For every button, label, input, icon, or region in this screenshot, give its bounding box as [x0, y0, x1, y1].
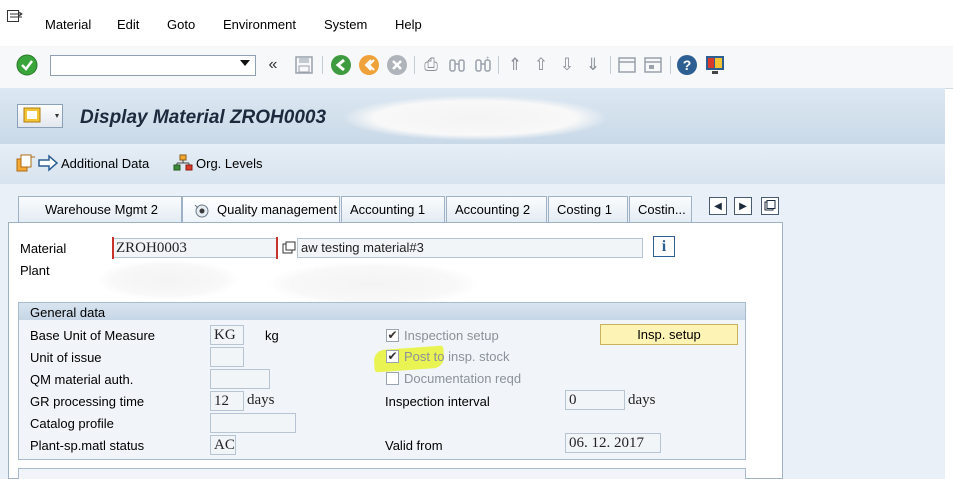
toolbar-separator: [322, 56, 323, 74]
transaction-icon[interactable]: [17, 104, 63, 128]
documentation-reqd-checkbox[interactable]: [386, 372, 399, 385]
valid-from-field[interactable]: 06. 12. 2017: [565, 433, 661, 453]
gr-time-field[interactable]: 12: [210, 391, 244, 411]
unit-of-issue-field[interactable]: [210, 347, 244, 367]
menu-edit[interactable]: Edit: [117, 17, 139, 32]
inspection-interval-unit: days: [628, 392, 656, 408]
find-icon[interactable]: [446, 54, 468, 76]
menu-help[interactable]: Help: [395, 17, 422, 32]
tab-scroll-right-icon[interactable]: ▶: [734, 197, 752, 215]
tab-accounting-1[interactable]: Accounting 1: [341, 196, 445, 222]
org-levels-button[interactable]: Org. Levels: [172, 153, 262, 173]
enter-check-icon[interactable]: [16, 54, 38, 76]
find-next-icon[interactable]: +: [472, 54, 494, 76]
redacted-area: [98, 260, 238, 300]
toolbar-separator: [414, 56, 415, 74]
tab-warehouse-mgmt-2[interactable]: Warehouse Mgmt 2: [18, 196, 182, 222]
back-green-icon[interactable]: [330, 54, 352, 76]
menu-environment[interactable]: Environment: [223, 17, 296, 32]
next-page-icon[interactable]: ⇩: [556, 54, 578, 76]
toolbar-separator: [670, 56, 671, 74]
svg-text:+: +: [486, 56, 490, 62]
svg-text:?: ?: [683, 57, 692, 73]
valid-from-label: Valid from: [385, 438, 443, 453]
material-field-focus-marker: [112, 237, 278, 259]
gr-time-unit: days: [247, 392, 275, 408]
inspection-interval-label: Inspection interval: [385, 394, 490, 409]
tab-list-icon[interactable]: [761, 197, 779, 215]
catalog-profile-label: Catalog profile: [30, 416, 114, 431]
back-double-chevron-icon[interactable]: «: [262, 54, 284, 76]
shortcut-icon[interactable]: [642, 54, 664, 76]
print-icon[interactable]: ⎙: [420, 54, 442, 76]
cancel-icon[interactable]: [386, 54, 408, 76]
copy-icon[interactable]: [282, 241, 296, 254]
insp-setup-button[interactable]: Insp. setup: [600, 324, 738, 345]
qm-auth-label: QM material auth.: [30, 372, 134, 387]
additional-data-button[interactable]: Additional Data: [15, 153, 149, 173]
standard-toolbar: « ⎙ + ⇑ ⇧ ⇩ ⇓ ?: [0, 46, 953, 89]
post-to-insp-stock-checkbox[interactable]: ✔: [386, 350, 399, 363]
command-field[interactable]: [50, 55, 256, 76]
help-icon[interactable]: ?: [676, 54, 698, 76]
gr-time-label: GR processing time: [30, 394, 145, 409]
info-icon[interactable]: i: [653, 236, 675, 257]
exit-orange-icon[interactable]: [358, 54, 380, 76]
redacted-area: [345, 96, 605, 140]
base-uom-field[interactable]: KG: [210, 325, 244, 345]
create-session-icon[interactable]: [616, 54, 638, 76]
unit-of-issue-label: Unit of issue: [30, 350, 102, 365]
menu-system[interactable]: System: [324, 17, 367, 32]
tab-costing-2[interactable]: Costin...: [629, 196, 692, 222]
page-title: Display Material ZROH0003: [80, 107, 327, 128]
last-page-icon[interactable]: ⇓: [582, 54, 604, 76]
toolbar-separator: [498, 56, 499, 74]
tab-costing-1[interactable]: Costing 1: [548, 196, 628, 222]
documentation-reqd-label: Documentation reqd: [404, 371, 522, 386]
copy-document-icon: [16, 154, 35, 172]
first-page-icon[interactable]: ⇑: [504, 54, 526, 76]
menu-material[interactable]: Material: [45, 17, 91, 32]
tab-quality-management[interactable]: Quality management: [182, 196, 340, 222]
material-label: Material: [20, 241, 67, 256]
arrow-right-icon: [38, 154, 59, 172]
inspection-setup-checkbox[interactable]: ✔: [386, 329, 399, 342]
tab-scroll-left-icon[interactable]: ◀: [709, 197, 727, 215]
sap-menu-icon[interactable]: [7, 10, 23, 24]
plant-status-label: Plant-sp.matl status: [30, 438, 145, 453]
general-data-title: General data: [30, 305, 106, 320]
base-uom-label: Base Unit of Measure: [30, 328, 156, 343]
next-group-edge: [18, 468, 746, 479]
general-data-header: [19, 303, 745, 320]
plant-status-field[interactable]: AC: [210, 435, 236, 455]
org-structure-icon: [173, 154, 193, 171]
catalog-profile-field[interactable]: [210, 413, 296, 433]
post-to-insp-stock-label: Post to insp. stock: [404, 349, 510, 364]
customize-layout-icon[interactable]: [704, 54, 726, 76]
chevron-down-icon[interactable]: [240, 60, 250, 66]
toolbar-separator: [610, 56, 611, 74]
plant-label: Plant: [20, 263, 50, 278]
inspection-interval-field[interactable]: 0: [565, 390, 625, 410]
menu-goto[interactable]: Goto: [167, 17, 195, 32]
save-icon[interactable]: [293, 54, 315, 76]
previous-page-icon[interactable]: ⇧: [530, 54, 552, 76]
qm-auth-field[interactable]: [210, 369, 270, 389]
menu-bar: Material Edit Goto Environment System He…: [0, 0, 953, 47]
material-description-field[interactable]: aw testing material#3: [297, 238, 643, 258]
base-uom-text: kg: [265, 328, 279, 343]
inspection-setup-label: Inspection setup: [404, 328, 499, 343]
tab-accounting-2[interactable]: Accounting 2: [446, 196, 547, 222]
redacted-area: [268, 262, 478, 306]
